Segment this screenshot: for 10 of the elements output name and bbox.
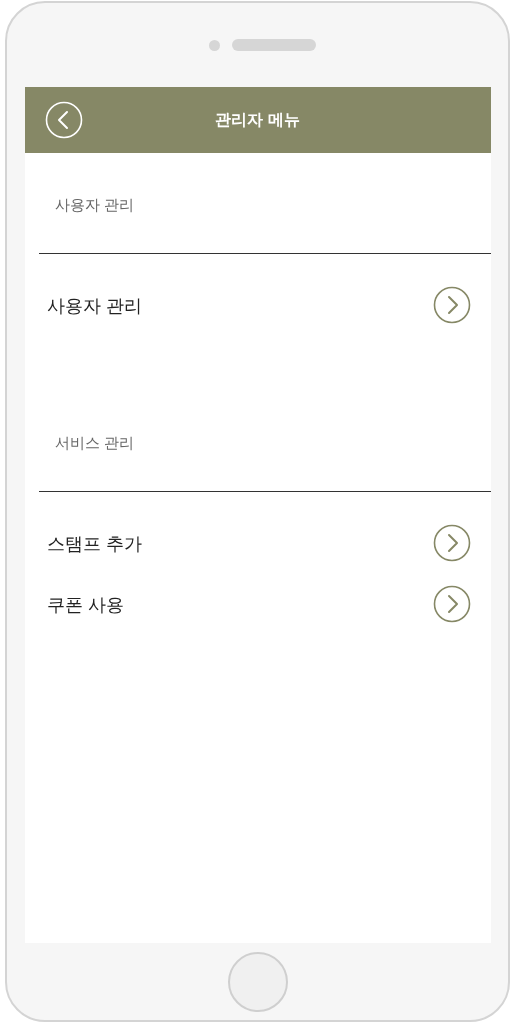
chevron-right-icon[interactable] [432, 585, 471, 623]
menu-item[interactable]: 사용자 관리 [24, 274, 491, 336]
chevron-right-icon[interactable] [432, 286, 471, 324]
chevron-right-icon[interactable] [432, 524, 471, 562]
header-title: 관리자 메뉴 [213, 109, 302, 131]
section-title: 사용자 관리 [53, 194, 135, 216]
section-title: 서비스 관리 [53, 432, 135, 454]
menu-item[interactable]: 쿠폰 사용 [24, 573, 491, 635]
back-icon[interactable] [44, 101, 83, 139]
menu-item[interactable]: 스탬프 추가 [24, 512, 491, 574]
